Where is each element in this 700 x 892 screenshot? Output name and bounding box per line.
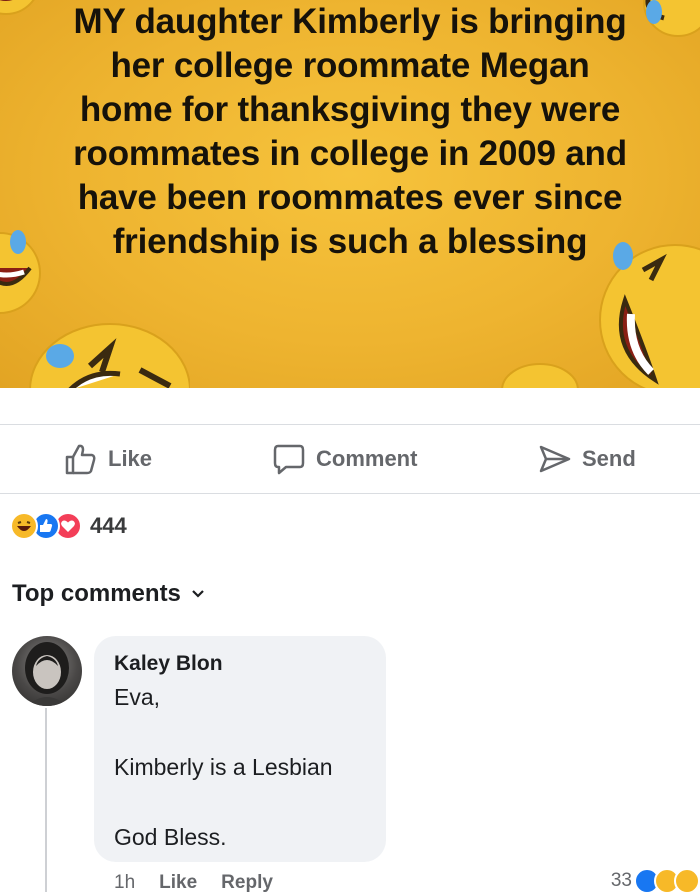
- laughing-emoji-icon: [29, 323, 190, 388]
- post-image[interactable]: MY daughter Kimberly is bringing her col…: [0, 0, 700, 388]
- comment-bubble-icon: [273, 444, 305, 475]
- thread-line: [45, 708, 47, 892]
- comment-like-button[interactable]: Like: [159, 872, 197, 892]
- reactions-summary[interactable]: 444: [10, 512, 127, 540]
- comment-text-line: Kimberly is a Lesbian: [114, 754, 333, 780]
- comment-reactions-summary[interactable]: 33: [611, 868, 700, 892]
- post-text: MY daughter Kimberly is bringing her col…: [40, 0, 660, 264]
- comment-button[interactable]: Comment: [272, 443, 417, 475]
- comment-reaction-count: 33: [610, 870, 632, 891]
- post-action-bar: Like Comment Send: [0, 424, 700, 494]
- send-button[interactable]: Send: [538, 443, 636, 475]
- comment-text-line: Eva,: [114, 684, 161, 710]
- send-label: Send: [582, 446, 636, 471]
- comment-sort-dropdown[interactable]: Top comments: [12, 580, 205, 608]
- wow-reaction-icon: [674, 868, 700, 892]
- post-text-line: home for thanksgiving they were: [79, 90, 621, 129]
- avatar[interactable]: [12, 636, 82, 706]
- comment-bubble: Kaley Blon Eva, Kimberly is a Lesbian Go…: [94, 636, 386, 862]
- reactions-count: 444: [90, 513, 127, 538]
- haha-reaction-icon: [10, 512, 38, 540]
- like-label: Like: [108, 446, 153, 471]
- laughing-emoji-icon: [501, 363, 579, 388]
- comment-meta: 1h Like Reply: [114, 872, 273, 892]
- post-text-line: her college roommate Megan: [110, 46, 590, 85]
- like-button[interactable]: Like: [64, 443, 152, 475]
- post-text-line: friendship is such a blessing: [112, 222, 588, 261]
- post-text-line: roommates in college in 2009 and: [73, 134, 627, 173]
- comment-timestamp[interactable]: 1h: [114, 872, 135, 892]
- comment-label: Comment: [316, 446, 418, 471]
- post-text-line: MY daughter Kimberly is bringing: [73, 2, 627, 41]
- chevron-down-icon: [192, 590, 204, 598]
- send-icon: [539, 445, 571, 473]
- comment-sort-label: Top comments: [12, 580, 181, 607]
- comment-reply-button[interactable]: Reply: [221, 872, 273, 892]
- comment-author[interactable]: Kaley Blon: [114, 652, 223, 676]
- thumbs-up-icon: [65, 444, 96, 475]
- post-text-line: have been roommates ever since: [77, 178, 623, 217]
- comment-text-line: God Bless.: [114, 824, 227, 850]
